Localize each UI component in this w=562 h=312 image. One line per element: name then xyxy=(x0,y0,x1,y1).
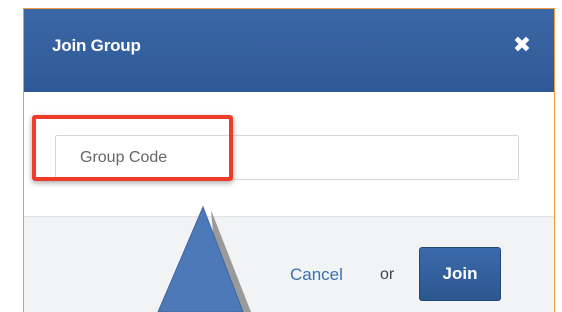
screenshot-frame: Join Group ✖ Cancel or Join xyxy=(0,0,562,312)
dialog-body xyxy=(24,92,554,217)
join-button[interactable]: Join xyxy=(419,247,501,301)
group-code-input[interactable] xyxy=(55,135,519,180)
or-separator: or xyxy=(380,266,395,283)
dialog-header: Join Group ✖ xyxy=(24,9,554,92)
dialog-footer: Cancel or Join xyxy=(24,217,554,312)
dialog-title: Join Group xyxy=(52,36,141,55)
cancel-link[interactable]: Cancel xyxy=(290,265,343,285)
close-icon[interactable]: ✖ xyxy=(510,33,534,57)
join-group-dialog: Join Group ✖ Cancel or Join xyxy=(23,8,555,312)
